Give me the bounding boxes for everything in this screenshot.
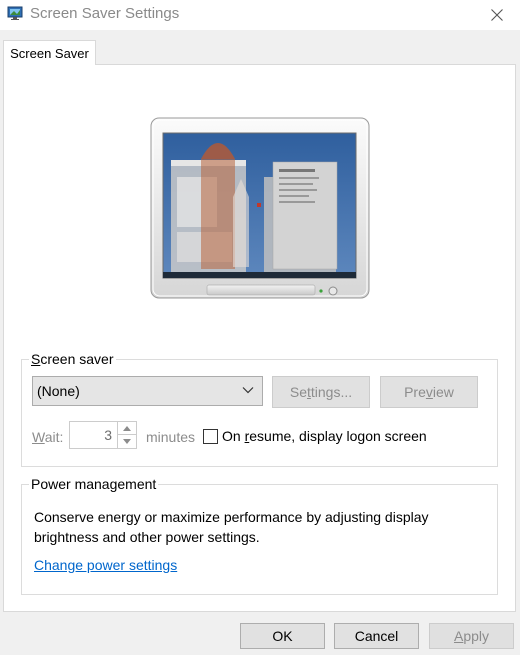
resume-logon-checkbox[interactable] (203, 429, 218, 444)
cancel-button[interactable]: Cancel (334, 623, 419, 649)
monitor-preview (149, 117, 371, 301)
screen-saver-group: Screen saver (None) Se t tings... Pre v iew … (21, 350, 498, 467)
stepper-down-button[interactable] (118, 435, 136, 448)
chevron-down-icon (242, 387, 254, 394)
power-management-group: Power management Conserve energy or maxi… (21, 475, 498, 595)
monitor-preview-image (150, 117, 370, 299)
stepper-up-button[interactable] (118, 422, 136, 435)
wait-minutes-value: 3 (104, 427, 112, 443)
tab-panel: Screen saver (None) Se t tings... Pre v iew … (3, 64, 516, 612)
power-management-description: Conserve energy or maximize performance … (34, 509, 429, 545)
chevron-up-icon (123, 425, 131, 431)
chevron-down-icon (123, 439, 131, 444)
screen-saver-app-icon (7, 5, 23, 21)
wait-label: Wait: (32, 429, 64, 445)
apply-button[interactable]: Apply (429, 623, 514, 649)
window-title: Screen Saver Settings (30, 5, 180, 22)
change-power-settings-link[interactable]: Change power settings (34, 557, 177, 573)
close-icon (491, 9, 503, 21)
tab-label: Screen Saver (10, 45, 89, 61)
screen-saver-group-label: Screen saver (29, 350, 116, 368)
power-management-group-label: Power management (29, 475, 159, 493)
close-button[interactable] (474, 0, 520, 30)
wait-minutes-stepper[interactable]: 3 (69, 421, 137, 449)
screen-saver-selected-value: (None) (37, 383, 80, 399)
preview-button[interactable]: Pre v iew (380, 376, 478, 408)
screen-saver-select[interactable]: (None) (32, 376, 263, 406)
tab-screen-saver[interactable]: Screen Saver (3, 40, 96, 65)
resume-logon-label[interactable]: On resume, display logon screen (222, 428, 427, 444)
stepper-buttons (117, 422, 136, 448)
ok-button[interactable]: OK (240, 623, 325, 649)
minutes-label: minutes (146, 429, 196, 445)
settings-button[interactable]: Se t tings... (272, 376, 370, 408)
title-bar: Screen Saver Settings (0, 0, 520, 30)
